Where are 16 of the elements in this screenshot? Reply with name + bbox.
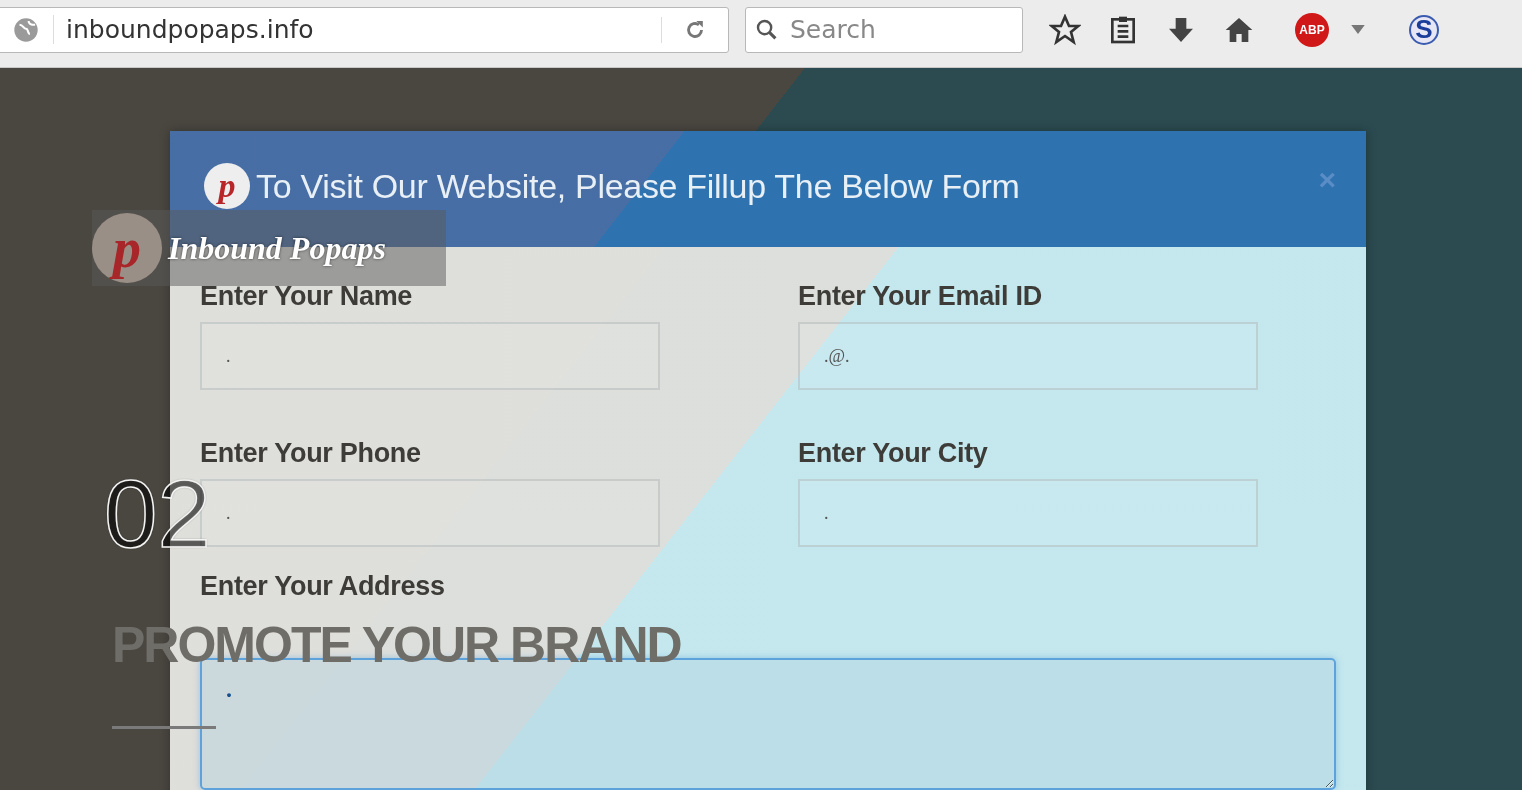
field-label: Enter Your Phone (200, 438, 422, 469)
logo-badge: p (92, 213, 162, 283)
caret-icon[interactable] (1351, 25, 1365, 34)
search-field[interactable]: Search (745, 6, 1023, 53)
adblock-button[interactable]: ABP (1295, 12, 1329, 47)
address-bar[interactable]: inboundpopaps.info (0, 6, 729, 53)
url-text: inboundpopaps.info (53, 15, 661, 44)
sync-button[interactable]: S (1409, 14, 1439, 45)
field-label: Enter Your Name (200, 281, 414, 312)
search-icon (755, 17, 779, 42)
modal-title: To Visit Our Website, Please Fillup The Below Form (256, 166, 1021, 206)
field-label: Enter Your Email ID (798, 281, 1043, 312)
field-label: Enter Your City (798, 438, 989, 469)
field-label: Enter Your Address (200, 571, 446, 602)
logo-badge: p (204, 163, 250, 209)
star-icon[interactable] (1049, 13, 1081, 46)
